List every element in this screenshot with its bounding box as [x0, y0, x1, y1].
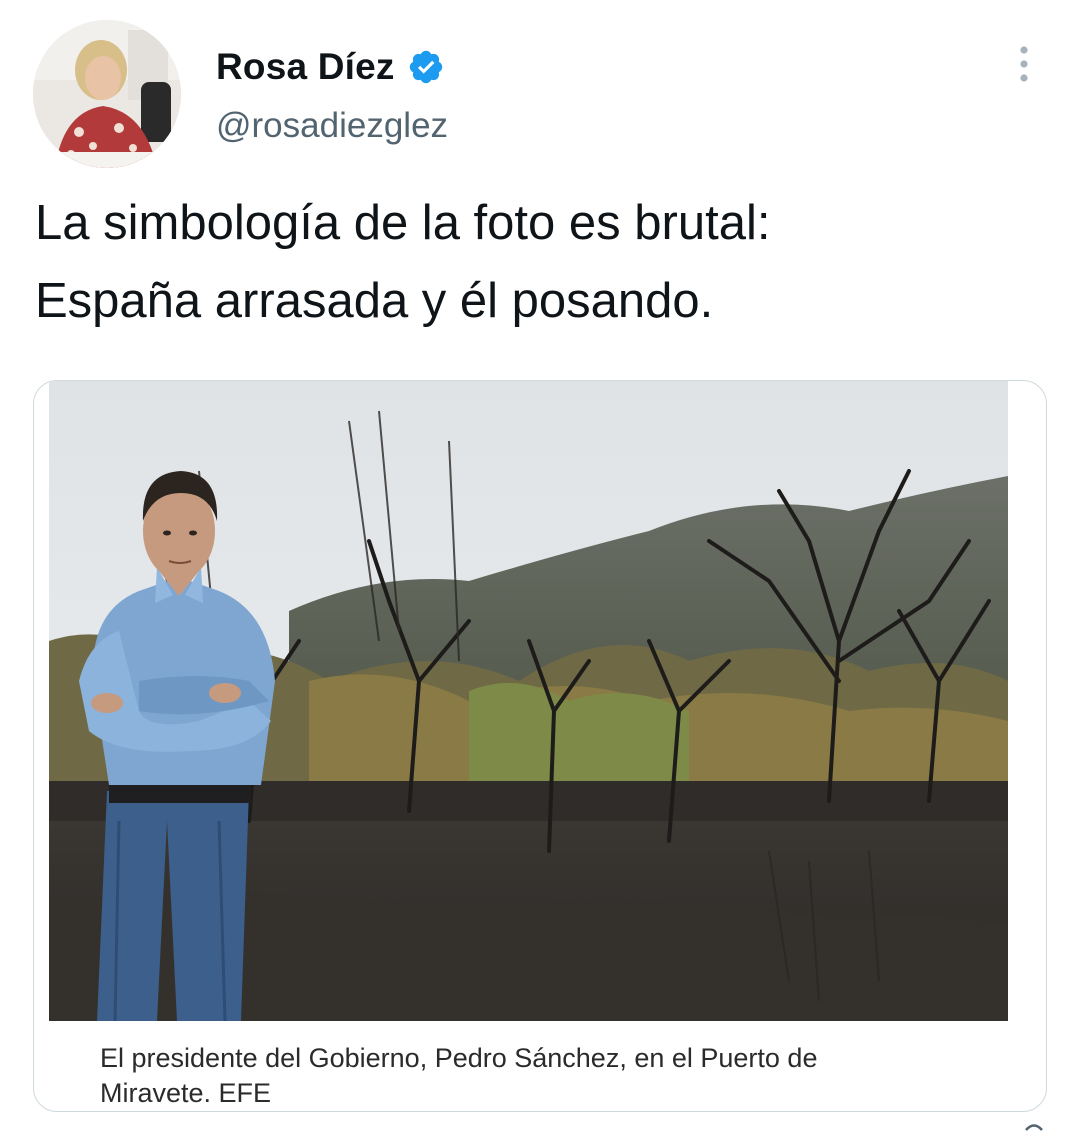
media-card[interactable]: El presidente del Gobierno, Pedro Sánche…	[33, 380, 1047, 1112]
photo-caption: El presidente del Gobierno, Pedro Sánche…	[100, 1041, 1000, 1111]
caption-line-1: El presidente del Gobierno, Pedro Sánche…	[100, 1043, 818, 1073]
author-name-row[interactable]: Rosa Díez	[216, 44, 445, 90]
author-handle[interactable]: @rosadiezglez	[216, 106, 448, 146]
partial-icon	[1022, 1118, 1046, 1131]
more-vertical-icon[interactable]	[1006, 44, 1042, 88]
tweet: Rosa Díez @rosadiezglez La simbología de…	[0, 0, 1075, 1131]
profile-photo-icon	[33, 20, 181, 168]
caption-line-2: Miravete. EFE	[100, 1078, 272, 1108]
tweet-text: La simbología de la foto es brutal: Espa…	[35, 184, 1045, 340]
tweet-text-line-2: España arrasada y él posando.	[35, 274, 714, 328]
avatar[interactable]	[33, 20, 181, 168]
verified-badge-icon	[407, 48, 445, 86]
photo-man-in-burned-forest-icon[interactable]	[49, 381, 1008, 1021]
tweet-text-line-1: La simbología de la foto es brutal:	[35, 196, 771, 250]
author-display-name[interactable]: Rosa Díez	[216, 46, 395, 88]
